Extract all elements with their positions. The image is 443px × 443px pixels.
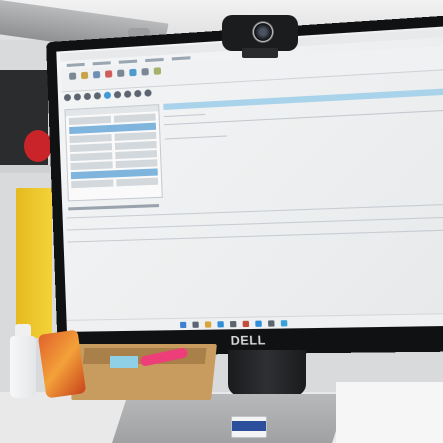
monitor-stand-neck — [228, 350, 306, 396]
sanitizer-bottle — [10, 336, 36, 398]
blue-block — [110, 356, 138, 368]
taskbar-icon — [268, 320, 275, 326]
tree-panel — [64, 104, 162, 201]
taskbar-icon — [230, 321, 237, 327]
toolbar-icon — [64, 94, 71, 101]
ribbon-tab — [145, 58, 164, 62]
ribbon-tab — [119, 60, 137, 64]
toolbar-icon — [84, 93, 91, 100]
toolbar-icon — [94, 92, 101, 99]
toolbar-icon — [81, 72, 88, 79]
toolbar-icon — [114, 91, 121, 98]
toolbar-icon — [129, 69, 136, 77]
monitor: DELL — [46, 14, 443, 356]
taskbar-icon — [243, 321, 250, 327]
editor-line — [164, 114, 205, 117]
yellow-binder — [16, 188, 52, 338]
toolbar-icon — [134, 90, 141, 97]
editor-line — [164, 109, 443, 125]
ribbon-tab — [172, 56, 191, 60]
editor-header-bar — [163, 88, 443, 110]
toolbar-icon — [154, 67, 161, 75]
toolbar-icon — [74, 93, 81, 100]
taskbar-icon — [192, 322, 198, 328]
shelf-edge — [0, 165, 52, 173]
taskbar-icon — [205, 321, 211, 327]
taskbar-icon — [281, 320, 288, 326]
toolbar-icon — [144, 89, 151, 97]
toolbar-icon — [104, 92, 111, 99]
toolbar-icon — [124, 90, 131, 97]
taskbar-icon — [217, 321, 224, 327]
ribbon-tab — [93, 61, 111, 65]
webcam-mount — [242, 48, 278, 58]
toolbar-icon — [117, 70, 124, 78]
webcam-lens — [252, 21, 274, 43]
toolbar-icon — [105, 70, 112, 77]
editor-pane — [163, 88, 443, 236]
paper-sheet — [336, 382, 443, 443]
toolbar-icon — [93, 71, 100, 78]
taskbar-icon — [255, 321, 262, 327]
monitor-screen — [56, 26, 443, 332]
status-line — [68, 204, 159, 210]
cardboard-tray — [71, 344, 217, 400]
office-desk-photo: DELL — [0, 0, 443, 443]
panel-row — [71, 178, 158, 189]
taskbar-icon — [180, 322, 186, 328]
editor-line — [165, 135, 227, 139]
eraser-sleeve — [232, 421, 266, 431]
webcam — [222, 15, 298, 51]
ribbon-tab — [67, 63, 85, 67]
monitor-stand-base — [112, 394, 348, 443]
toolbar-icon — [141, 68, 148, 76]
eraser — [231, 416, 267, 438]
red-object — [24, 130, 52, 162]
toolbar-icon — [69, 72, 76, 79]
taskbar — [66, 313, 443, 332]
monitor-brand-logo: DELL — [230, 333, 266, 348]
